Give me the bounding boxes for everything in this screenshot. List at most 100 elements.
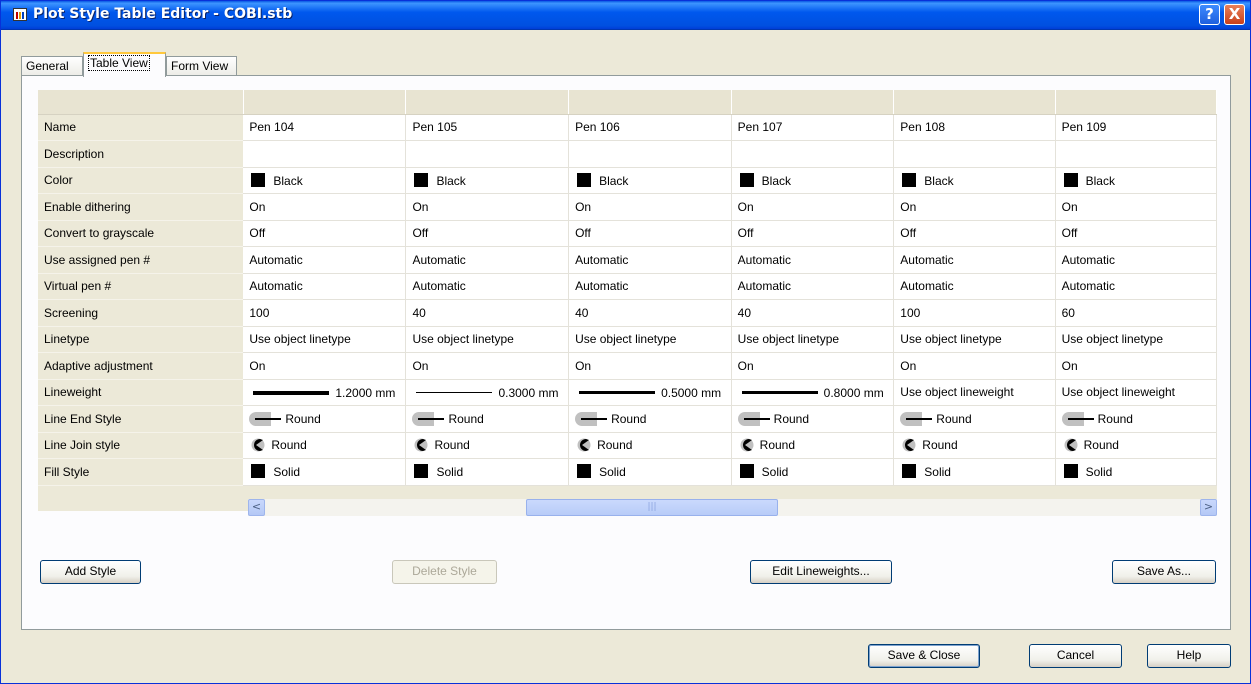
cell-description[interactable] — [893, 140, 1056, 168]
cell-assigned_pen[interactable]: Automatic — [568, 246, 732, 274]
cell-adaptive[interactable]: On — [1055, 352, 1218, 380]
cell-virtual_pen[interactable]: Automatic — [893, 273, 1056, 300]
cell-assigned_pen[interactable]: Automatic — [405, 246, 570, 274]
cell-screening[interactable]: 40 — [731, 299, 895, 327]
cell-linetype[interactable]: Use object linetype — [568, 326, 732, 353]
tab-general[interactable]: General — [21, 56, 83, 76]
cell-assigned_pen[interactable]: Automatic — [893, 246, 1056, 274]
cell-adaptive[interactable]: On — [731, 352, 895, 380]
cell-virtual_pen[interactable]: Automatic — [731, 273, 895, 300]
cell-assigned_pen[interactable]: Automatic — [1055, 246, 1218, 274]
column-header[interactable] — [731, 90, 895, 115]
save-as-button[interactable]: Save As... — [1112, 560, 1216, 584]
cell-linetype[interactable]: Use object linetype — [243, 326, 407, 353]
scroll-thumb[interactable]: ||| — [526, 499, 778, 516]
tab-table-view[interactable]: Table View — [83, 52, 166, 77]
cell-virtual_pen[interactable]: Automatic — [568, 273, 732, 300]
cell-color[interactable]: Black — [893, 167, 1056, 194]
cell-name[interactable]: Pen 104 — [243, 114, 407, 141]
cell-line_join[interactable]: Round — [405, 432, 570, 459]
cell-description[interactable] — [405, 140, 570, 168]
cell-assigned_pen[interactable]: Automatic — [243, 246, 407, 274]
cell-screening[interactable]: 100 — [893, 299, 1056, 327]
cell-screening[interactable]: 100 — [243, 299, 407, 327]
cell-dithering[interactable]: On — [893, 193, 1056, 221]
horizontal-scrollbar[interactable]: < ||| > — [248, 499, 1217, 516]
cell-line_end[interactable]: Round — [1055, 405, 1218, 433]
cell-name[interactable]: Pen 108 — [893, 114, 1056, 141]
cell-line_join[interactable]: Round — [893, 432, 1056, 459]
cell-fill[interactable]: Solid — [731, 458, 895, 486]
cell-dithering[interactable]: On — [568, 193, 732, 221]
cell-fill[interactable]: Solid — [568, 458, 732, 486]
cell-dithering[interactable]: On — [243, 193, 407, 221]
cell-fill[interactable]: Solid — [1055, 458, 1218, 486]
cell-line_end[interactable]: Round — [731, 405, 895, 433]
cell-linetype[interactable]: Use object linetype — [893, 326, 1056, 353]
cell-line_join[interactable]: Round — [731, 432, 895, 459]
cell-color[interactable]: Black — [405, 167, 570, 194]
cell-line_end[interactable]: Round — [405, 405, 570, 433]
cell-adaptive[interactable]: On — [568, 352, 732, 380]
cell-color[interactable]: Black — [1055, 167, 1218, 194]
cell-adaptive[interactable]: On — [243, 352, 407, 380]
cell-grayscale[interactable]: Off — [568, 220, 732, 247]
cell-grayscale[interactable]: Off — [893, 220, 1056, 247]
scroll-right-icon[interactable]: > — [1200, 499, 1217, 516]
cell-lineweight[interactable]: Use object lineweight — [1055, 379, 1218, 406]
cell-lineweight[interactable]: 1.2000 mm — [243, 379, 407, 406]
tab-form-view[interactable]: Form View — [166, 56, 237, 76]
cell-grayscale[interactable]: Off — [405, 220, 570, 247]
column-header[interactable] — [405, 90, 570, 115]
cell-adaptive[interactable]: On — [893, 352, 1056, 380]
save-close-button[interactable]: Save & Close — [868, 644, 980, 668]
cell-lineweight[interactable]: 0.8000 mm — [731, 379, 895, 406]
add-style-button[interactable]: Add Style — [40, 560, 141, 584]
cell-grayscale[interactable]: Off — [243, 220, 407, 247]
cell-dithering[interactable]: On — [731, 193, 895, 221]
column-header[interactable] — [1055, 90, 1218, 115]
delete-style-button[interactable]: Delete Style — [392, 560, 497, 584]
cell-screening[interactable]: 60 — [1055, 299, 1218, 327]
cell-dithering[interactable]: On — [405, 193, 570, 221]
cell-fill[interactable]: Solid — [405, 458, 570, 486]
cell-name[interactable]: Pen 107 — [731, 114, 895, 141]
cell-line_end[interactable]: Round — [243, 405, 407, 433]
cell-color[interactable]: Black — [731, 167, 895, 194]
cell-virtual_pen[interactable]: Automatic — [1055, 273, 1218, 300]
cell-description[interactable] — [568, 140, 732, 168]
cell-grayscale[interactable]: Off — [1055, 220, 1218, 247]
cell-fill[interactable]: Solid — [893, 458, 1056, 486]
cell-fill[interactable]: Solid — [243, 458, 407, 486]
cell-line_join[interactable]: Round — [1055, 432, 1218, 459]
cell-name[interactable]: Pen 105 — [405, 114, 570, 141]
help-icon[interactable]: ? — [1199, 4, 1220, 25]
edit-lineweights-button[interactable]: Edit Lineweights... — [750, 560, 892, 584]
column-header[interactable] — [243, 90, 407, 115]
cell-description[interactable] — [243, 140, 407, 168]
cell-color[interactable]: Black — [243, 167, 407, 194]
cell-linetype[interactable]: Use object linetype — [1055, 326, 1218, 353]
cell-name[interactable]: Pen 106 — [568, 114, 732, 141]
cell-name[interactable]: Pen 109 — [1055, 114, 1218, 141]
cell-assigned_pen[interactable]: Automatic — [731, 246, 895, 274]
cell-lineweight[interactable]: Use object lineweight — [893, 379, 1056, 406]
cell-screening[interactable]: 40 — [568, 299, 732, 327]
cell-virtual_pen[interactable]: Automatic — [405, 273, 570, 300]
cell-lineweight[interactable]: 0.5000 mm — [568, 379, 732, 406]
cell-color[interactable]: Black — [568, 167, 732, 194]
help-button[interactable]: Help — [1147, 644, 1231, 668]
cell-linetype[interactable]: Use object linetype — [731, 326, 895, 353]
cell-linetype[interactable]: Use object linetype — [405, 326, 570, 353]
cancel-button[interactable]: Cancel — [1029, 644, 1122, 668]
cell-adaptive[interactable]: On — [405, 352, 570, 380]
cell-line_end[interactable]: Round — [893, 405, 1056, 433]
close-icon[interactable]: X — [1224, 4, 1245, 25]
cell-description[interactable] — [731, 140, 895, 168]
cell-line_join[interactable]: Round — [243, 432, 407, 459]
scroll-left-icon[interactable]: < — [248, 499, 265, 516]
cell-description[interactable] — [1055, 140, 1218, 168]
cell-lineweight[interactable]: 0.3000 mm — [405, 379, 570, 406]
column-header[interactable] — [893, 90, 1056, 115]
cell-line_end[interactable]: Round — [568, 405, 732, 433]
